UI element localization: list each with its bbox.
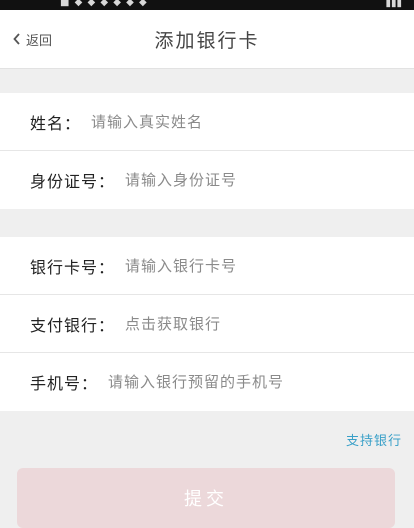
card-number-row: 银行卡号： (0, 237, 414, 295)
id-number-label: 身份证号： (30, 172, 116, 191)
payment-bank-label: 支付银行： (30, 315, 116, 335)
status-indicators: ▮▮▮ (385, 0, 402, 9)
name-input[interactable] (91, 106, 414, 137)
phone-input[interactable] (108, 367, 414, 397)
card-number-label: 银行卡号： (30, 257, 116, 277)
phone-row: 手机号： (0, 353, 414, 411)
name-row: 姓名： (0, 93, 414, 151)
status-icons: ■ ◆ ◆ ◆ ◆ ◆ ◆ (60, 0, 148, 8)
bank-info-group: 银行卡号： 支付银行： 点击获取银行 手机号： (0, 237, 414, 411)
payment-bank-row[interactable]: 支付银行： 点击获取银行 (0, 295, 414, 353)
status-bar: ■ ◆ ◆ ◆ ◆ ◆ ◆ ▮▮▮ (0, 0, 414, 10)
card-number-input[interactable] (125, 250, 414, 281)
id-number-input[interactable] (125, 165, 414, 195)
submit-button[interactable]: 提交 (17, 468, 395, 528)
page-title: 添加银行卡 (154, 30, 260, 52)
id-number-row: 身份证号： (0, 151, 414, 209)
phone-label: 手机号： (30, 374, 99, 393)
name-label: 姓名： (30, 113, 82, 133)
personal-info-group: 姓名： 身份证号： (0, 93, 414, 209)
payment-bank-selector[interactable]: 点击获取银行 (125, 313, 221, 334)
nav-bar: 返回 添加银行卡 (0, 10, 414, 69)
supported-banks-link[interactable]: 支持银行 (346, 430, 402, 449)
